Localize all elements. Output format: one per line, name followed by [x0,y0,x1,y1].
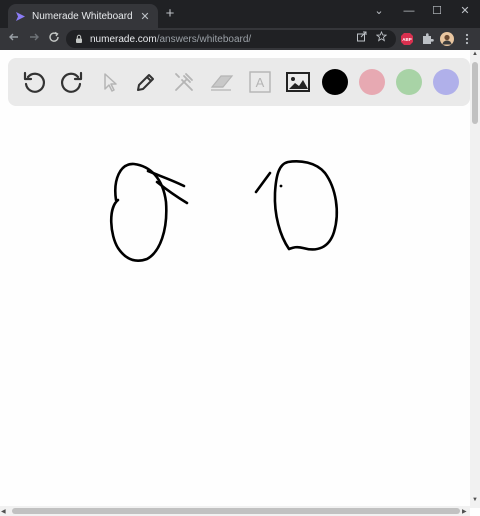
close-window-button[interactable]: ✕ [454,3,476,19]
maximize-button[interactable]: ☐ [426,3,448,19]
whiteboard-toolbar: A [8,58,470,106]
select-pointer-icon[interactable] [96,68,124,96]
horizontal-scrollbar[interactable]: ◀ ▶ [0,506,470,516]
lock-icon [74,34,84,44]
tab-search-icon[interactable]: ⌄ [368,3,390,19]
drawn-stroke-right-tick [254,171,272,194]
browser-tab-strip: Numerade Whiteboard ✕ + ⌄ — ☐ ✕ [0,0,480,28]
undo-icon[interactable] [20,68,48,96]
browser-menu-icon[interactable] [460,32,474,46]
pen-tool-icon[interactable] [132,68,160,96]
url-omnibox[interactable]: numerade.com/answers/whiteboard/ [66,30,396,48]
vertical-scrollbar[interactable]: ▲ ▼ [470,50,480,508]
tools-hammer-icon[interactable] [170,68,198,96]
scroll-up-arrow-icon[interactable]: ▲ [472,51,478,57]
color-swatch-green[interactable] [396,69,422,95]
color-swatch-black[interactable] [322,69,348,95]
back-arrow-icon[interactable] [6,31,22,47]
url-domain: numerade.com [90,33,157,45]
color-swatch-pink[interactable] [359,69,385,95]
minimize-button[interactable]: — [398,3,420,19]
whiteboard-page: A [0,50,480,516]
scroll-left-arrow-icon[interactable]: ◀ [1,508,6,515]
url-path: /answers/whiteboard/ [156,33,252,45]
browser-tab[interactable]: Numerade Whiteboard ✕ [8,4,158,28]
horizontal-scroll-thumb[interactable] [12,508,460,514]
eraser-icon[interactable] [208,68,236,96]
new-tab-button[interactable]: + [162,6,178,22]
bookmark-star-icon[interactable] [375,30,387,43]
scroll-down-arrow-icon[interactable]: ▼ [472,497,478,503]
numerade-logo-icon [14,10,26,22]
scroll-right-arrow-icon[interactable]: ▶ [462,508,467,515]
drawn-stroke-right-shape [273,160,338,251]
redo-icon[interactable] [58,68,86,96]
tab-title: Numerade Whiteboard [32,10,133,22]
whiteboard-canvas[interactable] [0,50,470,506]
drawn-stroke-left-loop [109,162,168,262]
drawn-stroke-left-line-1 [146,169,186,188]
image-tool-icon[interactable] [284,68,312,96]
extensions-puzzle-icon[interactable] [420,32,434,46]
color-swatch-lavender[interactable] [433,69,459,95]
adblock-plus-icon[interactable]: ABP [400,32,414,46]
vertical-scroll-thumb[interactable] [472,62,478,124]
profile-avatar[interactable] [440,32,454,46]
reload-icon[interactable] [46,31,62,47]
url-text: numerade.com/answers/whiteboard/ [90,34,251,45]
text-tool-label: A [256,75,265,90]
address-bar-row: numerade.com/answers/whiteboard/ ABP [0,28,480,50]
abp-label: ABP [402,37,412,42]
share-icon[interactable] [355,31,367,43]
tab-close-icon[interactable]: ✕ [138,10,152,23]
forward-arrow-icon[interactable] [26,31,42,47]
text-tool-icon[interactable]: A [246,68,274,96]
drawn-dot [279,184,283,188]
